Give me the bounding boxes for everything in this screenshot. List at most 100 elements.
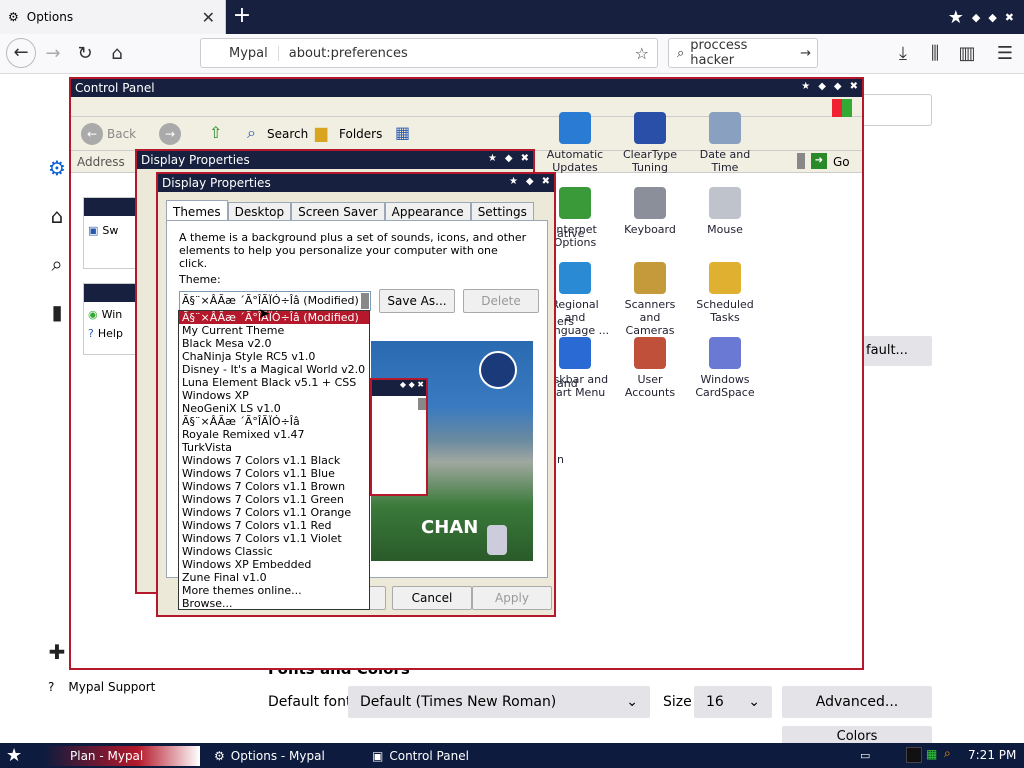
tab-settings[interactable]: Settings <box>470 202 534 221</box>
cp-item[interactable]: Automatic Updates <box>540 112 610 174</box>
theme-option[interactable]: Black Mesa v2.0 <box>179 337 369 350</box>
tab-themes[interactable]: Themes <box>166 200 228 221</box>
advanced-button[interactable]: Advanced... <box>782 686 932 718</box>
url-text[interactable]: about:preferences <box>279 46 635 61</box>
theme-dropdown-list[interactable]: Ã§¨×ÂÃæ ´Ã°ÎÃÏÓ÷Îâ (Modified) My Current … <box>178 310 370 610</box>
theme-option[interactable]: Disney - It's a Magical World v2.0 <box>179 363 369 376</box>
theme-option[interactable]: Windows 7 Colors v1.1 Black <box>179 454 369 467</box>
views-icon[interactable]: ▦ <box>395 123 410 142</box>
cp-item[interactable]: Windows CardSpace <box>690 337 760 399</box>
theme-option[interactable]: More themes online... <box>179 584 369 597</box>
puzzle-icon[interactable]: ✚ <box>44 640 70 666</box>
back-icon[interactable]: ← <box>81 123 103 145</box>
theme-option[interactable]: Zune Final v1.0 <box>179 571 369 584</box>
search-icon[interactable]: ⌕ <box>44 252 70 278</box>
theme-option[interactable]: Windows Classic <box>179 545 369 558</box>
url-bar[interactable]: Mypal about:preferences ☆ <box>200 38 658 68</box>
close-button[interactable]: ✖ <box>542 176 550 187</box>
back-button[interactable]: ← <box>6 38 36 68</box>
tab-desktop[interactable]: Desktop <box>227 202 292 221</box>
theme-option[interactable]: Ã§¨×ÂÃæ ´Ã°ÎÃÏÓ÷Îâ (Modified) <box>179 311 369 324</box>
forward-button[interactable]: → <box>40 42 66 66</box>
maximize-button[interactable]: ◆ <box>505 153 513 164</box>
cp-item[interactable]: Scheduled Tasks <box>690 262 760 324</box>
theme-select[interactable]: Ã§¨×ÂÃæ ´Ã°ÎÃÏÓ÷Îâ (Modified) <box>179 291 371 311</box>
cp-item[interactable]: Mouse <box>690 187 760 236</box>
cp-item[interactable]: Keyboard <box>615 187 685 236</box>
sidebar-icon[interactable]: ▥ <box>954 42 980 66</box>
bookmark-star-icon[interactable]: ☆ <box>635 44 657 63</box>
theme-option[interactable]: Ã§¨×ÂÃæ ´Ã°ÎÃÏÓ÷Îâ <box>179 415 369 428</box>
menu-icon[interactable]: ☰ <box>992 42 1018 66</box>
minimize-button[interactable]: ◆ <box>818 81 826 92</box>
tab-options[interactable]: ⚙ Options ✕ <box>0 0 226 34</box>
close-button[interactable]: ✖ <box>521 153 529 164</box>
theme-option[interactable]: Windows XP <box>179 389 369 402</box>
taskbar-item-control-panel[interactable]: ▣ Control Panel <box>366 746 516 766</box>
titlebar[interactable]: Display Properties ★ ◆ ✖ <box>158 174 554 192</box>
theme-option[interactable]: NeoGeniX LS v1.0 <box>179 402 369 415</box>
windows-update-link[interactable]: Win <box>102 308 123 321</box>
titlebar[interactable]: Display Properties ★ ◆ ✖ <box>137 151 533 169</box>
home-button[interactable]: ⌂ <box>104 42 130 66</box>
theme-option[interactable]: Royale Remixed v1.47 <box>179 428 369 441</box>
control-panel-titlebar[interactable]: Control Panel ★ ◆ ◆ ✖ <box>71 79 862 97</box>
theme-option[interactable]: Browse... <box>179 597 369 609</box>
gear-icon[interactable]: ⚙ <box>44 156 70 182</box>
folders-icon[interactable]: ▆ <box>315 123 327 142</box>
theme-option[interactable]: Windows 7 Colors v1.1 Blue <box>179 467 369 480</box>
preferences-search-input[interactable] <box>860 94 932 126</box>
search-icon[interactable]: ⌕ <box>247 123 256 143</box>
tab-appearance[interactable]: Appearance <box>384 202 471 221</box>
new-tab-button[interactable]: + <box>230 4 254 28</box>
taskbar-item-plan[interactable]: Plan - Mypal <box>44 746 200 766</box>
search-text[interactable]: proccess hacker <box>690 38 794 68</box>
cp-item[interactable]: Scanners and Cameras <box>615 262 685 337</box>
default-font-select[interactable]: Default (Times New Roman) ⌄ <box>348 686 650 718</box>
reload-button[interactable]: ↻ <box>72 42 98 66</box>
go-label[interactable]: Go <box>833 155 850 169</box>
search-tray-icon[interactable]: ⌕ <box>944 746 951 761</box>
cp-item[interactable]: User Accounts <box>615 337 685 399</box>
console-tray-icon[interactable] <box>906 747 922 763</box>
forward-icon[interactable]: → <box>159 123 181 145</box>
theme-option[interactable]: Windows 7 Colors v1.1 Brown <box>179 480 369 493</box>
cp-item[interactable]: Date and Time <box>690 112 760 174</box>
theme-option[interactable]: Windows 7 Colors v1.1 Green <box>179 493 369 506</box>
cp-item[interactable]: ClearType Tuning <box>615 112 685 174</box>
home-icon[interactable]: ⌂ <box>44 204 70 230</box>
search-bar[interactable]: ⌕ proccess hacker → <box>668 38 818 68</box>
colors-button[interactable]: Colors <box>782 726 932 744</box>
folders-label[interactable]: Folders <box>339 127 382 141</box>
keyboard-tray-icon[interactable]: ▭ <box>860 749 870 762</box>
library-icon[interactable]: ⫼ <box>922 42 948 66</box>
downloads-icon[interactable]: ⤓ <box>890 42 916 66</box>
taskbar-item-options[interactable]: ⚙ Options - Mypal <box>208 746 358 766</box>
apply-button[interactable]: Apply <box>472 586 552 610</box>
lock-icon[interactable]: ▮ <box>44 300 70 326</box>
maximize-button[interactable]: ◆ <box>834 81 842 92</box>
close-button[interactable]: ✖ <box>850 81 858 92</box>
minimize-button[interactable]: ◆ <box>972 11 980 24</box>
tab-screen-saver[interactable]: Screen Saver <box>291 202 385 221</box>
help-link[interactable]: Help <box>98 327 123 340</box>
size-select[interactable]: 16 ⌄ <box>694 686 772 718</box>
address-dropdown[interactable] <box>797 153 805 169</box>
theme-option[interactable]: Windows 7 Colors v1.1 Orange <box>179 506 369 519</box>
save-as-button[interactable]: Save As... <box>379 289 455 313</box>
go-arrow-icon[interactable]: ➜ <box>811 153 827 169</box>
theme-option[interactable]: Windows XP Embedded <box>179 558 369 571</box>
close-tab-icon[interactable]: ✕ <box>202 8 215 27</box>
cancel-button[interactable]: Cancel <box>392 586 472 610</box>
theme-option[interactable]: ChaNinja Style RC5 v1.0 <box>179 350 369 363</box>
dropdown-arrow[interactable] <box>361 293 369 309</box>
network-tray-icon[interactable]: ▦ <box>926 747 937 761</box>
theme-option[interactable]: TurkVista <box>179 441 369 454</box>
start-star-icon[interactable]: ★ <box>6 745 22 766</box>
close-window-button[interactable]: ✖ <box>1005 11 1014 24</box>
theme-option[interactable]: Luna Element Black v5.1 + CSS <box>179 376 369 389</box>
switch-view-link[interactable]: Sw <box>102 224 118 237</box>
search-go-icon[interactable]: → <box>800 46 817 61</box>
maximize-button[interactable]: ◆ <box>526 176 534 187</box>
theme-option[interactable]: My Current Theme <box>179 324 369 337</box>
